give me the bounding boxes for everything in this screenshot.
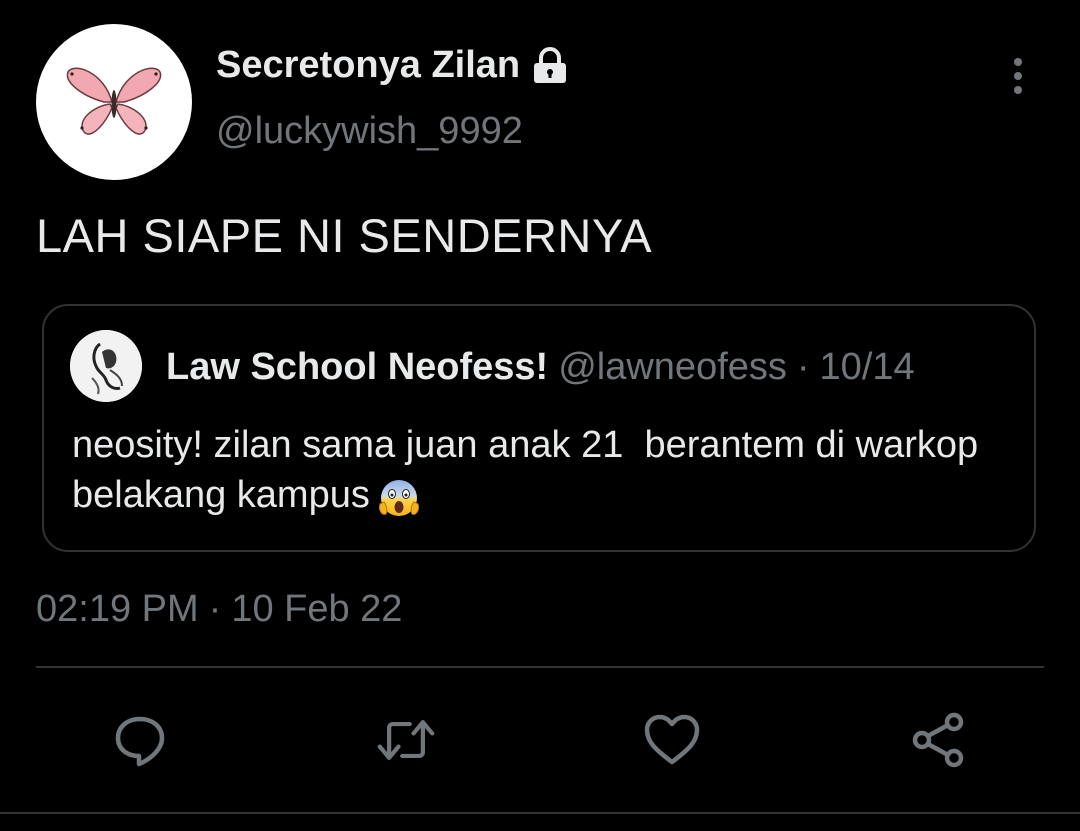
author-display-name: Secretonya Zilan (216, 44, 521, 86)
quoted-author-name[interactable]: Law School Neofess! (166, 346, 548, 389)
author-avatar[interactable] (36, 24, 192, 180)
face-screaming-in-fear-icon (378, 479, 419, 516)
tweet-date: 10 Feb 22 (231, 588, 403, 630)
author-handle[interactable]: @luckywish_9992 (216, 110, 523, 153)
quoted-separator: · (796, 346, 810, 388)
like-button[interactable] (642, 710, 702, 770)
tweet-time: 02:19 PM (36, 588, 199, 630)
quoted-tweet-card[interactable]: Law School Neofess! @lawneofess · 10/14 … (42, 304, 1036, 552)
retweet-icon (377, 720, 435, 760)
reply-icon (115, 716, 165, 767)
author-display-name-row[interactable]: Secretonya Zilan (216, 44, 570, 87)
tweet-timestamp: 02:19 PM · 10 Feb 22 (36, 588, 402, 631)
more-options-button[interactable] (996, 52, 1040, 100)
quoted-author-handle[interactable]: @lawneofess (558, 346, 787, 389)
quoted-tweet-text-block: neosity! zilan sama juan anak 21 berante… (72, 420, 992, 520)
share-icon (912, 712, 964, 768)
timestamp-separator: · (208, 588, 222, 630)
more-vertical-icon (1014, 58, 1022, 94)
lock-icon (534, 46, 567, 83)
tweet-text: LAH SIAPE NI SENDERNYA (36, 209, 653, 262)
quoted-tweet-text: neosity! zilan sama juan anak 21 berante… (72, 424, 989, 516)
bottom-divider (0, 812, 1080, 814)
reply-button[interactable] (110, 710, 170, 770)
quoted-author-avatar[interactable] (70, 330, 142, 402)
sketch-portrait-icon (70, 330, 142, 402)
like-icon (644, 714, 700, 765)
divider (36, 666, 1044, 668)
quoted-tweet-header: Law School Neofess! @lawneofess · 10/14 (166, 346, 915, 389)
retweet-button[interactable] (376, 710, 436, 770)
share-button[interactable] (908, 710, 968, 770)
butterfly-icon (66, 67, 162, 135)
quoted-date: 10/14 (819, 346, 915, 388)
